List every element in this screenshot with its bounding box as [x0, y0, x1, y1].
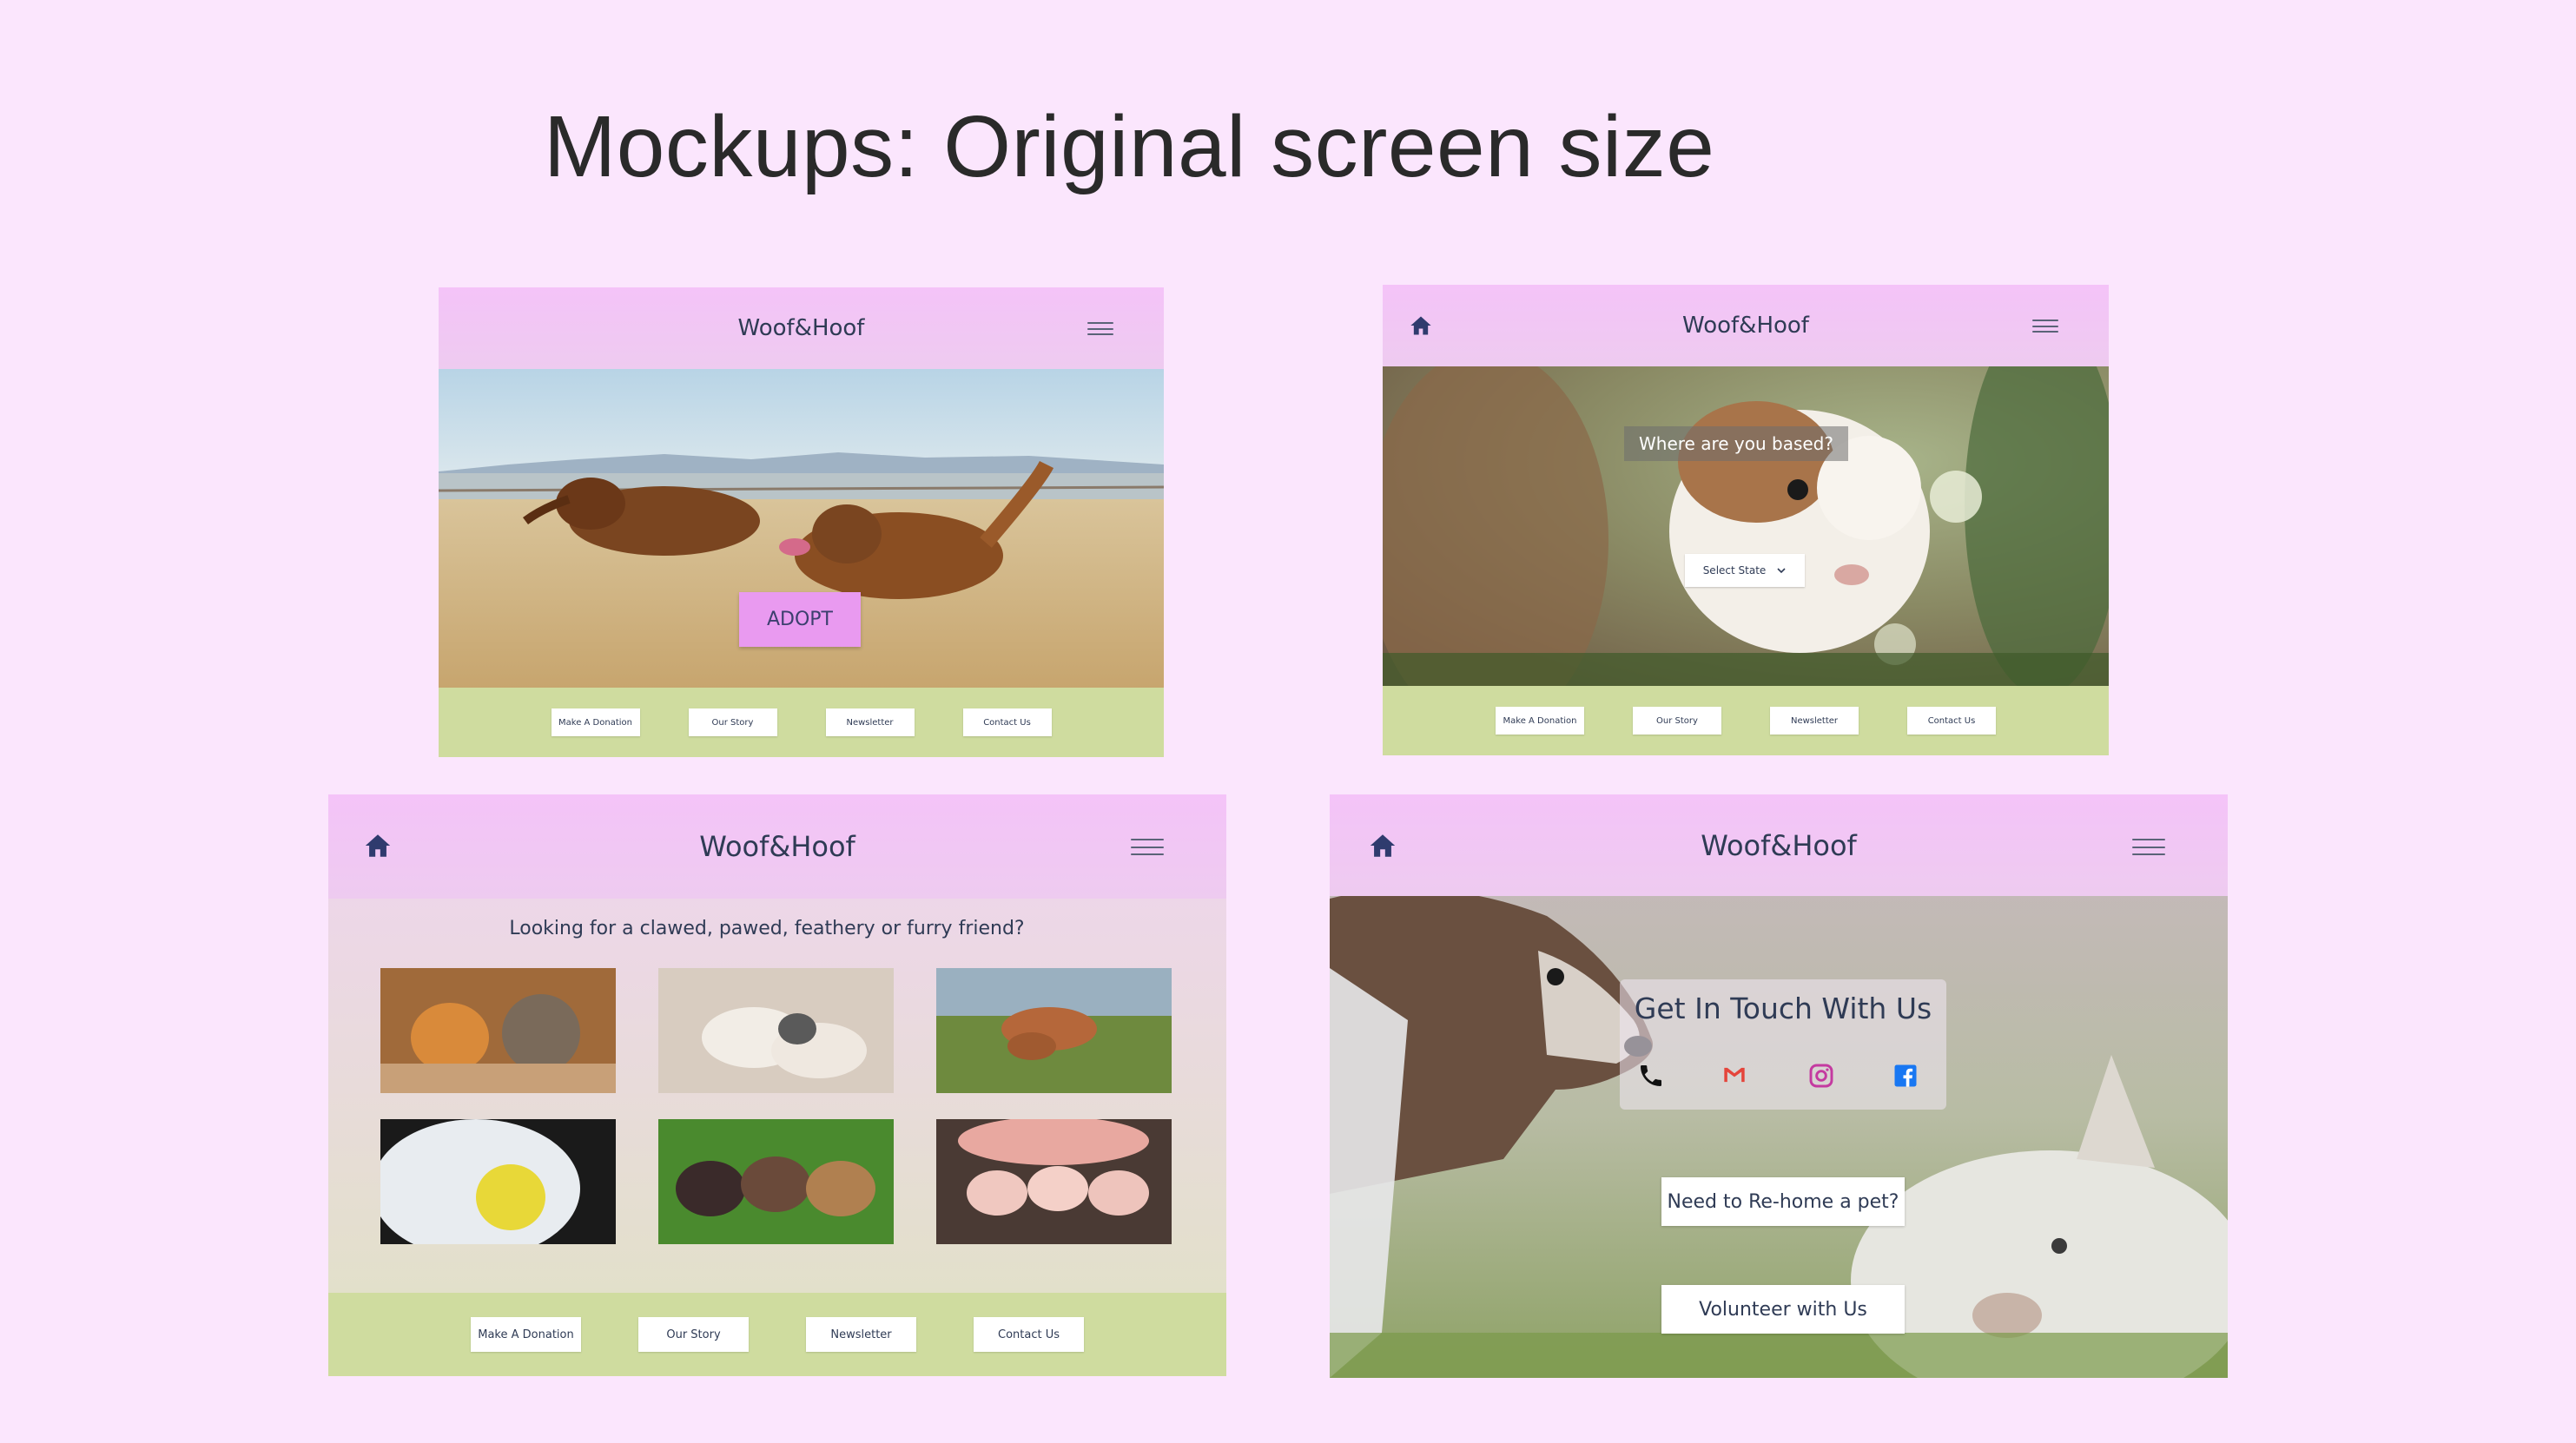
- footer-contact-button[interactable]: Contact Us: [1907, 707, 1996, 735]
- chevron-down-icon: [1777, 568, 1786, 574]
- footer-newsletter-button[interactable]: Newsletter: [825, 708, 915, 736]
- gallery-image-kittens[interactable]: [658, 968, 894, 1093]
- hamburger-menu-icon[interactable]: [2132, 839, 2165, 855]
- slide-title: Mockups: Original screen size: [544, 98, 1715, 195]
- site-header: Woof&Hoof: [1330, 794, 2228, 896]
- gallery-image-duckling[interactable]: [380, 1119, 616, 1244]
- site-footer: Make A Donation Our Story Newsletter Con…: [439, 688, 1164, 757]
- hero-photo-guinea-pig: [1383, 366, 2109, 686]
- location-question-label: Where are you based?: [1624, 426, 1848, 461]
- footer-contact-button[interactable]: Contact Us: [962, 708, 1052, 736]
- brand-logo[interactable]: Woof&Hoof: [1682, 313, 1809, 339]
- hamburger-menu-icon[interactable]: [1131, 839, 1164, 855]
- gallery-image-dogs[interactable]: [380, 968, 616, 1093]
- site-header: Woof&Hoof: [328, 794, 1226, 899]
- home-icon[interactable]: [363, 831, 393, 860]
- footer-our-story-button[interactable]: Our Story: [1633, 707, 1721, 735]
- rehome-pet-button[interactable]: Need to Re-home a pet?: [1661, 1177, 1905, 1226]
- volunteer-button[interactable]: Volunteer with Us: [1661, 1285, 1905, 1334]
- gallery-image-horses[interactable]: [936, 968, 1172, 1093]
- site-footer: Make A Donation Our Story Newsletter Con…: [328, 1293, 1226, 1376]
- mockup-location: Woof&Hoof Where are you based? Select St…: [1383, 285, 2109, 755]
- footer-donate-button[interactable]: Make A Donation: [1496, 707, 1584, 735]
- home-icon[interactable]: [1368, 831, 1397, 860]
- site-header: Woof&Hoof: [1383, 285, 2109, 366]
- footer-our-story-button[interactable]: Our Story: [688, 708, 777, 736]
- contact-card: Get In Touch With Us: [1620, 979, 1946, 1110]
- gmail-icon[interactable]: [1720, 1063, 1749, 1087]
- brand-logo[interactable]: Woof&Hoof: [1701, 829, 1857, 862]
- select-state-dropdown[interactable]: Select State: [1685, 554, 1805, 587]
- brand-logo[interactable]: Woof&Hoof: [699, 830, 855, 863]
- select-state-label: Select State: [1702, 564, 1767, 577]
- phone-icon[interactable]: [1637, 1062, 1665, 1090]
- instagram-icon[interactable]: [1807, 1062, 1835, 1090]
- footer-contact-button[interactable]: Contact Us: [974, 1317, 1084, 1352]
- site-header: Woof&Hoof: [439, 287, 1164, 369]
- hamburger-menu-icon[interactable]: [2032, 320, 2058, 333]
- facebook-icon[interactable]: [1892, 1063, 1919, 1089]
- site-footer: Make A Donation Our Story Newsletter Con…: [1383, 686, 2109, 755]
- mockup-contact: Woof&Hoof Get In Touch With Us Need to R…: [1330, 794, 2228, 1378]
- gallery-image-piglets[interactable]: [936, 1119, 1172, 1244]
- home-icon[interactable]: [1409, 313, 1433, 338]
- contact-heading: Get In Touch With Us: [1634, 992, 1932, 1025]
- footer-newsletter-button[interactable]: Newsletter: [806, 1317, 916, 1352]
- guinea-pig-illustration: [1383, 366, 2109, 686]
- hamburger-menu-icon[interactable]: [1087, 322, 1113, 335]
- mockup-gallery: Woof&Hoof Looking for a clawed, pawed, f…: [328, 794, 1226, 1376]
- footer-donate-button[interactable]: Make A Donation: [551, 708, 640, 736]
- brand-logo[interactable]: Woof&Hoof: [738, 315, 865, 341]
- mockup-adopt: Woof&Hoof ADOPT Make A Donation Our Stor…: [439, 287, 1164, 757]
- footer-newsletter-button[interactable]: Newsletter: [1770, 707, 1859, 735]
- gallery-image-rabbits[interactable]: [658, 1119, 894, 1244]
- footer-donate-button[interactable]: Make A Donation: [471, 1317, 581, 1352]
- gallery-heading: Looking for a clawed, pawed, feathery or…: [509, 918, 1025, 939]
- adopt-button[interactable]: ADOPT: [739, 592, 861, 647]
- footer-our-story-button[interactable]: Our Story: [638, 1317, 749, 1352]
